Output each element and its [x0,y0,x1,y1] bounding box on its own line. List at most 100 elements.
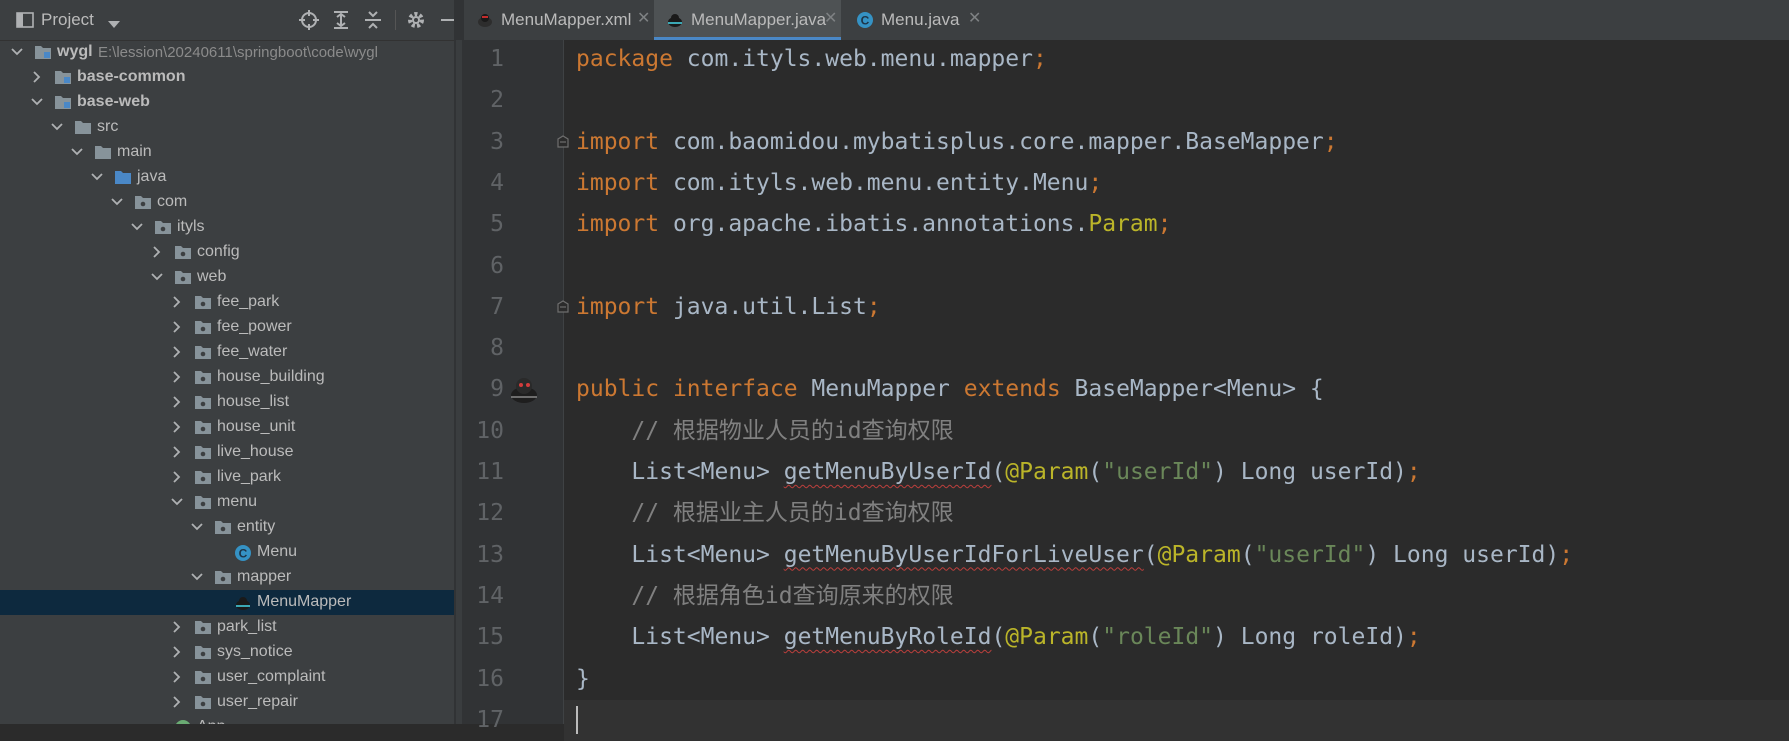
chevron-right-icon[interactable] [170,670,184,684]
line-number: 14 [476,582,504,609]
chevron-down-icon[interactable] [110,195,124,209]
chevron-right-icon[interactable] [170,620,184,634]
collapse-all-icon[interactable] [362,9,384,31]
fold-icon[interactable] [556,300,570,314]
tree-item-sys-notice[interactable]: sys_notice [0,640,454,665]
code-line[interactable]: // 根据角色id查询原来的权限 [576,582,953,610]
tree-item-fee-park[interactable]: fee_park [0,290,454,315]
chevron-down-icon[interactable] [170,495,184,509]
tree-item-main[interactable]: main [0,140,454,165]
tree-item-house-list[interactable]: house_list [0,390,454,415]
code-token: ) Long roleId) [1213,624,1407,651]
tree-item-park-list[interactable]: park_list [0,615,454,640]
tab-menu-java[interactable]: C Menu.java ✕ [844,0,984,40]
locate-icon[interactable] [298,9,320,31]
source-root-icon [114,169,132,185]
code-line[interactable]: } [576,665,590,693]
mybatis-navigate-icon[interactable] [507,373,541,407]
package-icon [154,219,172,235]
tree-item-root[interactable]: wygl E:\lession\20240611\springboot\code\… [0,40,454,65]
tree-item-label: entity [237,518,276,535]
chevron-right-icon[interactable] [170,395,184,409]
code-line[interactable]: List<Menu> getMenuByRoleId(@Param("roleI… [576,623,1420,651]
tree-item-entity[interactable]: entity [0,515,454,540]
chevron-down-icon[interactable] [130,220,144,234]
close-icon[interactable]: ✕ [968,9,981,29]
tree-item-menu[interactable]: menu [0,490,454,515]
chevron-down-icon[interactable] [70,145,84,159]
chevron-right-icon[interactable] [170,645,184,659]
tree-item-java[interactable]: java [0,165,454,190]
spring-app-icon [174,719,192,724]
chevron-down-icon[interactable] [50,120,64,134]
code-token: "userId" [1102,459,1214,485]
tree-item-fee-water[interactable]: fee_water [0,340,454,365]
chevron-right-icon[interactable] [170,320,184,334]
chevron-down-icon[interactable] [10,45,24,59]
chevron-down-icon[interactable] [90,170,104,184]
chevron-right-icon[interactable] [170,445,184,459]
tree-item-house-unit[interactable]: house_unit [0,415,454,440]
chevron-down-icon[interactable] [190,570,204,584]
tree-item-base-common[interactable]: base-common [0,65,454,90]
tree-item-app[interactable]: App [0,715,454,724]
code-token: ( [1088,459,1103,485]
chevron-right-icon[interactable] [170,695,184,709]
tree-item-menumapper[interactable]: MenuMapper [0,590,454,615]
tree-item-ityls[interactable]: ityls [0,215,454,240]
tree-item-live-park[interactable]: live_park [0,465,454,490]
close-icon[interactable]: ✕ [637,9,650,29]
chevron-right-icon[interactable] [170,420,184,434]
gear-icon[interactable] [405,9,427,31]
tab-menumapper-java[interactable]: MenuMapper.java ✕ [654,0,841,40]
module-folder-icon [54,94,72,110]
code-line[interactable]: // 根据业主人员的id查询权限 [576,499,953,527]
chevron-down-icon[interactable] [190,520,204,534]
code-line[interactable]: public interface MenuMapper extends Base… [576,375,1324,403]
code-line[interactable]: List<Menu> getMenuByUserIdForLiveUser(@P… [576,541,1573,569]
close-icon[interactable]: ✕ [824,9,837,29]
chevron-right-icon[interactable] [150,245,164,259]
tree-item-user-complaint[interactable]: user_complaint [0,665,454,690]
code-line[interactable]: import com.baomidou.mybatisplus.core.map… [576,128,1338,156]
tree-item-user-repair[interactable]: user_repair [0,690,454,715]
code-line[interactable]: import org.apache.ibatis.annotations.Par… [576,210,1171,238]
chevron-right-icon[interactable] [170,370,184,384]
chevron-right-icon[interactable] [170,345,184,359]
package-icon [194,369,212,385]
tree-item-src[interactable]: src [0,115,454,140]
code-line[interactable]: import java.util.List; [576,293,881,321]
chevron-down-icon[interactable] [108,16,120,34]
tree-item-live-house[interactable]: live_house [0,440,454,465]
expand-all-icon[interactable] [330,9,352,31]
code-line[interactable]: // 根据物业人员的id查询权限 [576,417,953,445]
tree-item-com[interactable]: com [0,190,454,215]
code-token: "roleId" [1102,624,1214,651]
tab-menumapper-xml[interactable]: MenuMapper.xml ✕ [464,0,651,40]
tree-item-mapper[interactable]: mapper [0,565,454,590]
chevron-right-icon[interactable] [170,295,184,309]
chevron-right-icon[interactable] [170,470,184,484]
tree-item-web[interactable]: web [0,265,454,290]
tree-item-house-building[interactable]: house_building [0,365,454,390]
tree-item-menu[interactable]: C Menu [0,540,454,565]
project-view-title[interactable]: Project [41,10,94,30]
code-line[interactable]: List<Menu> getMenuByUserId(@Param("userI… [576,458,1420,486]
code-line[interactable]: package com.ityls.web.menu.mapper; [576,45,1047,73]
tree-scrollbar[interactable] [456,40,462,724]
package-icon [214,569,232,585]
code-token: ( [1143,541,1158,568]
tree-item-config[interactable]: config [0,240,454,265]
tree-item-base-web[interactable]: base-web [0,90,454,115]
java-class-icon: C [234,544,252,561]
fold-icon[interactable] [556,134,570,149]
tree-item-label: fee_water [217,343,288,360]
chevron-down-icon[interactable] [30,95,44,109]
code-line[interactable]: import com.ityls.web.menu.entity.Menu; [576,169,1102,197]
chevron-right-icon[interactable] [30,70,44,84]
chevron-down-icon[interactable] [150,270,164,284]
tree-item-fee-power[interactable]: fee_power [0,315,454,340]
hide-icon[interactable] [437,9,454,31]
tree-item-label: Menu [257,543,298,560]
tree-item-label: java [137,168,167,185]
